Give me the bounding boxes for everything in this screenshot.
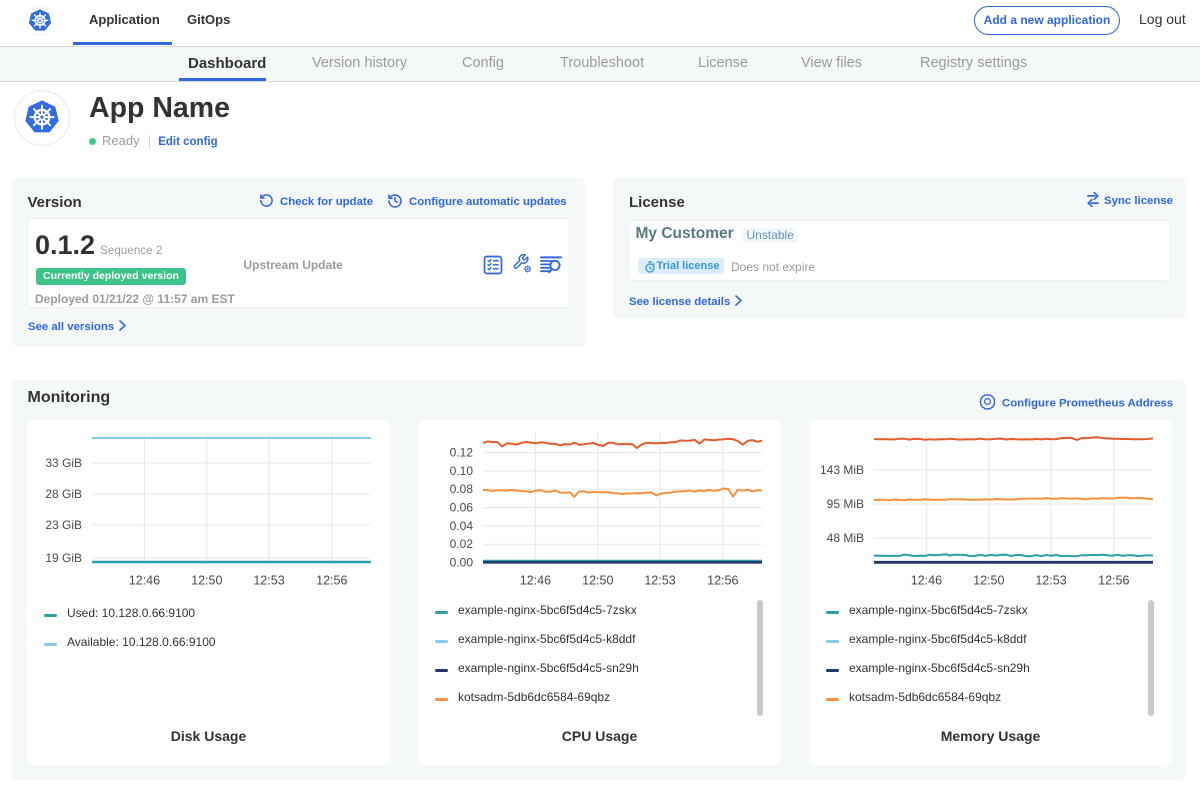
svg-text:12:56: 12:56 [707,574,738,588]
svg-text:12:46: 12:46 [911,574,942,588]
svg-text:0.04: 0.04 [450,519,474,533]
svg-text:12:50: 12:50 [191,574,222,588]
svg-text:12:46: 12:46 [520,574,551,588]
svg-text:12:46: 12:46 [129,574,160,588]
svg-text:12:56: 12:56 [316,574,347,588]
svg-text:23 GiB: 23 GiB [45,518,82,532]
svg-text:48 MiB: 48 MiB [827,531,864,545]
svg-text:12:50: 12:50 [582,574,613,588]
svg-text:12:53: 12:53 [253,574,284,588]
svg-text:0.00: 0.00 [450,555,474,569]
svg-text:33 GiB: 33 GiB [45,456,82,470]
svg-text:0.10: 0.10 [450,464,474,478]
svg-text:12:53: 12:53 [644,574,675,588]
svg-text:0.08: 0.08 [450,482,474,496]
svg-text:28 GiB: 28 GiB [45,487,82,501]
svg-text:0.12: 0.12 [450,446,474,460]
svg-text:0.02: 0.02 [450,537,474,551]
svg-text:95 MiB: 95 MiB [827,497,864,511]
svg-text:19 GiB: 19 GiB [45,551,82,565]
svg-text:12:53: 12:53 [1035,574,1066,588]
svg-text:12:56: 12:56 [1098,574,1129,588]
svg-text:12:50: 12:50 [973,574,1004,588]
svg-text:0.06: 0.06 [450,500,474,514]
svg-text:143 MiB: 143 MiB [820,463,864,477]
